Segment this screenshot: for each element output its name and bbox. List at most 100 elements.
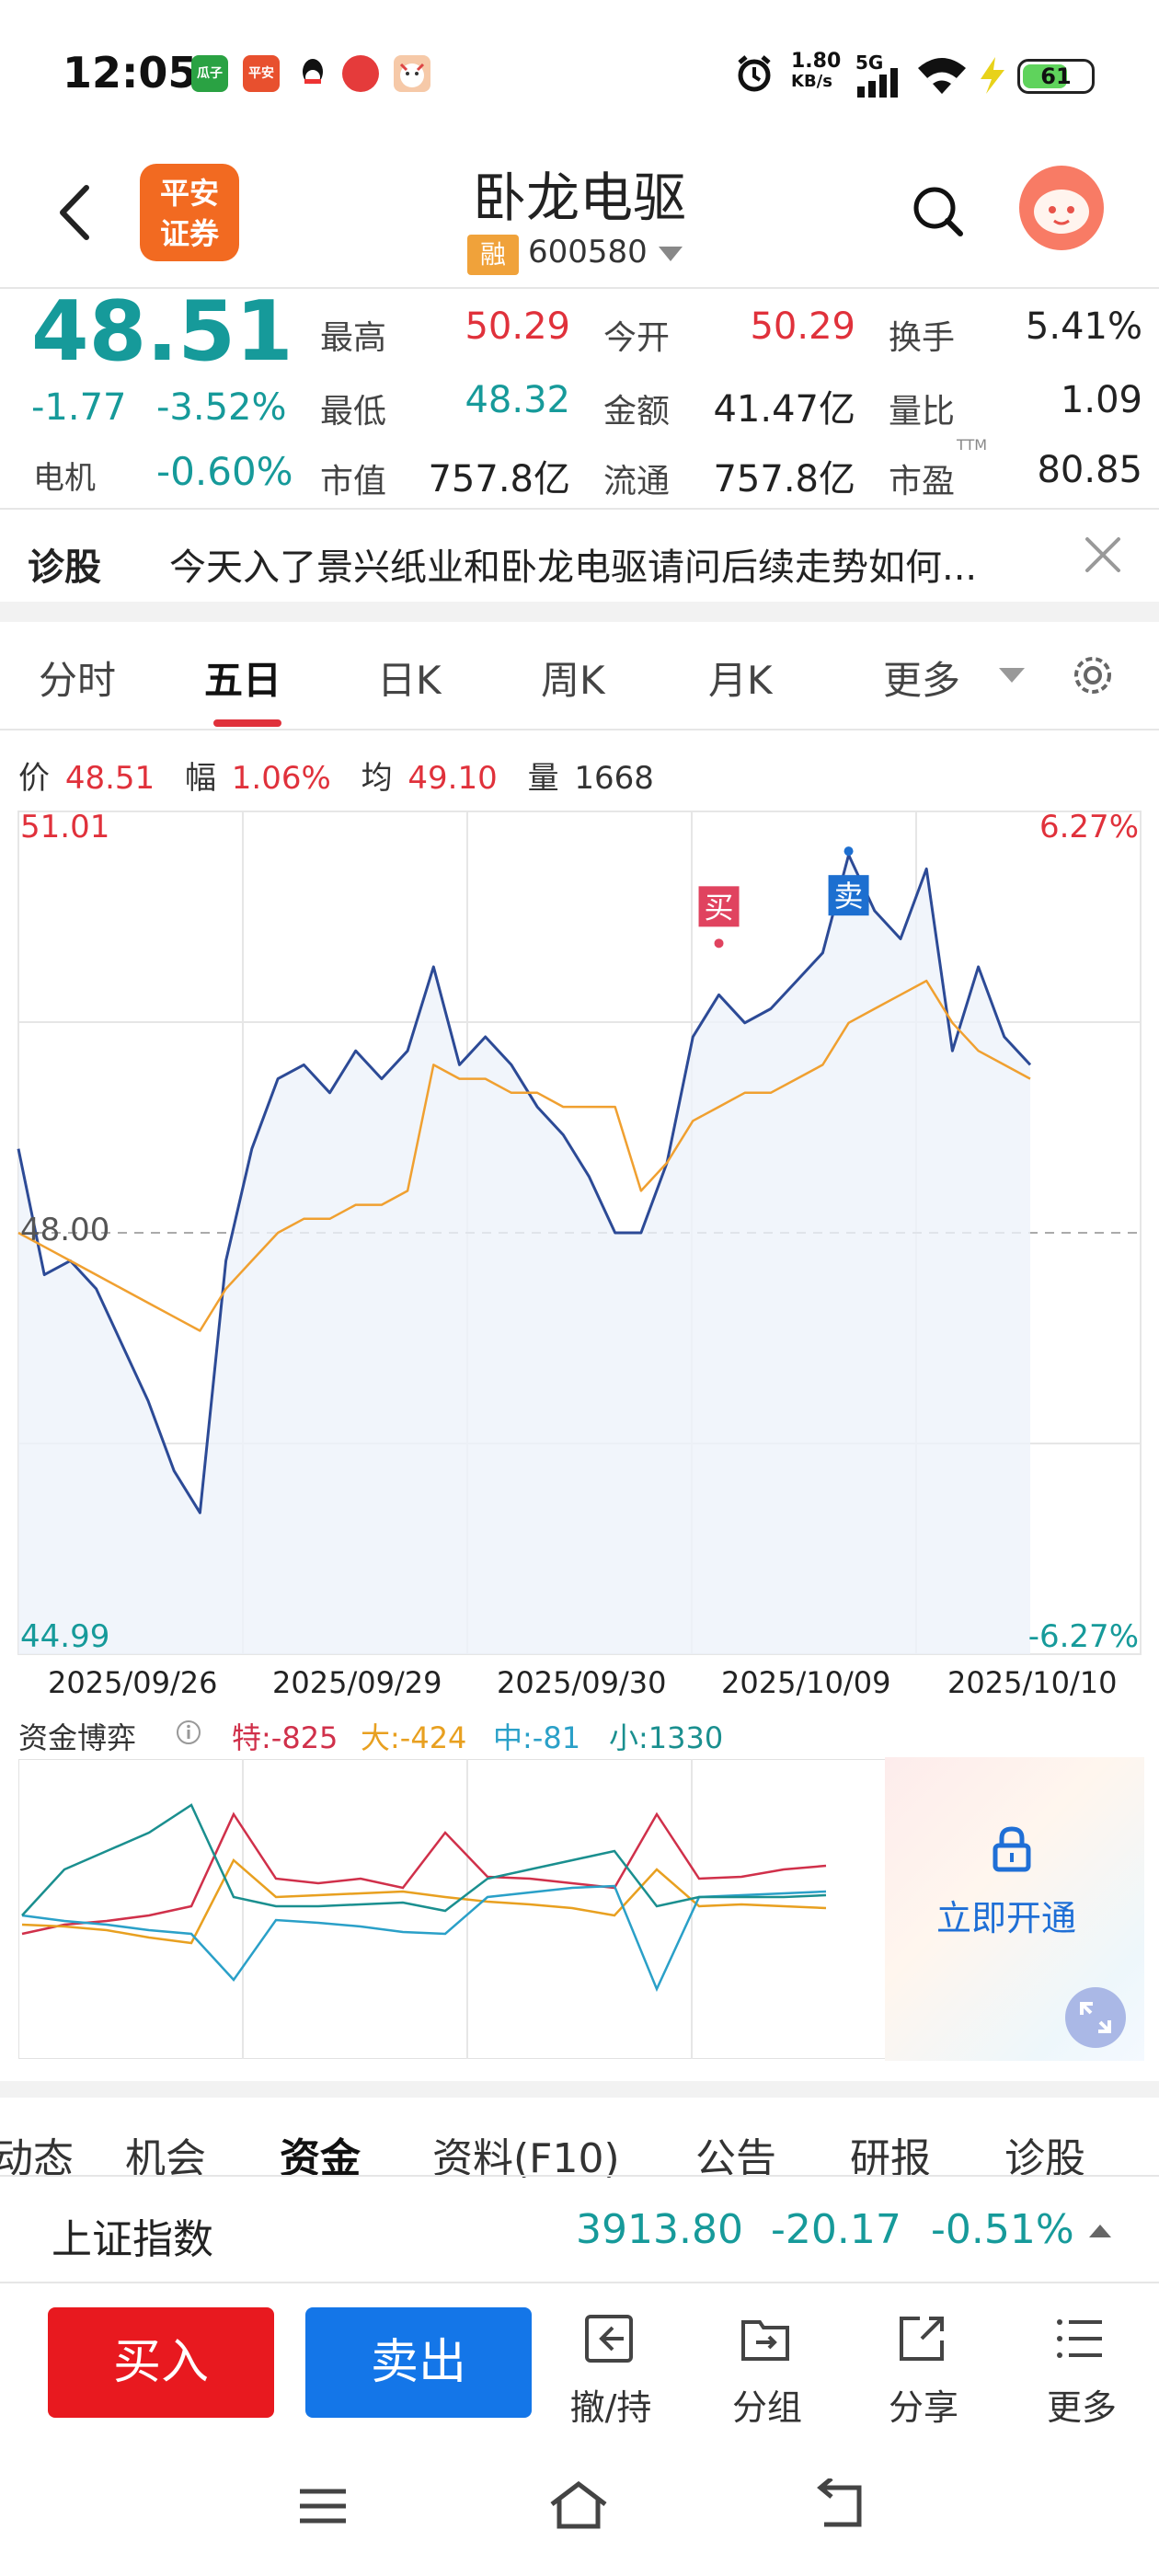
price-change: -1.77 — [31, 386, 127, 429]
diagnosis-label: 诊股 — [28, 546, 101, 589]
back-nav-icon[interactable] — [806, 2477, 870, 2534]
date-label: 2025/09/29 — [272, 1665, 442, 1700]
market-cap-label: 市值 — [320, 463, 387, 500]
tab-five-day[interactable]: 五日 — [204, 650, 281, 706]
large-flow: 大:-424 — [361, 1720, 467, 1755]
share-icon[interactable] — [894, 2311, 949, 2366]
y-bottom-label: 44.99 — [20, 1618, 109, 1655]
status-time: 12:05 — [63, 48, 198, 98]
sell-button[interactable]: 卖出 — [305, 2307, 532, 2418]
float-cap-value: 757.8亿 — [713, 458, 855, 500]
sector-name[interactable]: 电机 — [33, 453, 96, 498]
group-label[interactable]: 分组 — [703, 2379, 832, 2430]
diagnosis-text[interactable]: 今天入了景兴纸业和卧龙电驱请问后续走势如何... — [169, 537, 1071, 591]
close-icon[interactable] — [1082, 534, 1124, 576]
medium-flow: 中:-81 — [493, 1720, 581, 1755]
share-label[interactable]: 分享 — [859, 2379, 988, 2430]
lock-icon[interactable] — [990, 1825, 1034, 1873]
social-app-icon — [342, 55, 379, 92]
open-label: 今开 — [603, 319, 671, 357]
pe-label: 市盈 — [889, 463, 956, 500]
assistant-avatar[interactable] — [1019, 166, 1104, 250]
guazi-app-icon: 瓜子 — [191, 55, 228, 92]
turnover-label: 换手 — [889, 319, 956, 357]
search-icon[interactable] — [909, 182, 968, 241]
volume-label: 量 — [527, 760, 559, 797]
volume-value: 1668 — [574, 760, 654, 797]
chevron-down-icon[interactable] — [999, 668, 1025, 683]
super-large-flow: 特:-825 — [232, 1720, 339, 1755]
divider — [0, 729, 1159, 730]
index-change-pct: -0.51% — [931, 2206, 1074, 2253]
marker-dot — [714, 938, 724, 949]
low-label: 最低 — [320, 393, 387, 431]
home-icon[interactable] — [546, 2478, 611, 2534]
buy-marker-label: 买 — [705, 890, 734, 925]
y-ref-label: 48.00 — [20, 1212, 109, 1248]
cancel-hold-icon[interactable] — [581, 2311, 637, 2366]
alarm-icon — [732, 52, 776, 96]
range-value: 1.06% — [231, 760, 331, 797]
price-change-pct: -3.52% — [156, 386, 287, 429]
capital-flow-chart — [18, 1759, 887, 2059]
status-bar: 12:05 瓜子 平安 1.80 KB/s 5G 61 — [0, 0, 1159, 147]
pe-value: 80.85 — [1037, 449, 1142, 491]
stock-code[interactable]: 600580 — [528, 234, 648, 270]
battery-icon: 61 — [1017, 59, 1095, 94]
small-flow: 小:1330 — [609, 1720, 724, 1755]
section-gap — [0, 602, 1159, 622]
date-label: 2025/10/09 — [721, 1665, 891, 1700]
gear-icon[interactable] — [1067, 650, 1119, 701]
high-label: 最高 — [320, 319, 387, 357]
range-label: 幅 — [184, 760, 216, 797]
tab-weekly-k[interactable]: 周K — [541, 650, 605, 706]
wifi-icon — [916, 53, 968, 96]
turnover-value: 5.41% — [1025, 305, 1142, 348]
margin-badge: 融 — [467, 235, 519, 275]
float-cap-label: 流通 — [603, 463, 671, 500]
capital-flow-title: 资金博弈 — [18, 1720, 137, 1755]
info-icon[interactable] — [175, 1719, 202, 1746]
stock-name: 卧龙电驱 — [472, 167, 686, 229]
menu-icon[interactable] — [291, 2478, 355, 2534]
chart-info-row: 价 48.51 幅 1.06% 均 49.10 量 1668 — [18, 753, 660, 798]
high-value: 50.29 — [465, 305, 570, 348]
tab-monthly-k[interactable]: 月K — [708, 650, 773, 706]
qq-app-icon — [294, 55, 331, 92]
more-menu-icon[interactable] — [1052, 2311, 1107, 2366]
volume-ratio-label: 量比 — [889, 393, 956, 431]
expand-icon[interactable] — [1065, 1987, 1126, 2048]
net-speed: 1.80 KB/s — [791, 50, 842, 92]
signal-icon — [855, 66, 907, 98]
tab-more[interactable]: 更多 — [883, 650, 960, 706]
date-label: 2025/09/26 — [48, 1665, 218, 1700]
section-gap — [0, 2081, 1159, 2098]
avg-value: 49.10 — [407, 760, 498, 797]
date-label: 2025/09/30 — [497, 1665, 667, 1700]
unlock-button[interactable]: 立即开通 — [936, 1890, 1076, 1940]
low-value: 48.32 — [465, 379, 570, 421]
five-day-price-chart[interactable]: 买 卖 51.01 44.99 48.00 6.27% -6.27% — [0, 800, 1159, 1665]
amount-value: 41.47亿 — [713, 388, 855, 431]
date-label: 2025/10/10 — [947, 1665, 1118, 1700]
sector-change: -0.60% — [156, 449, 293, 494]
marker-dot — [843, 846, 854, 857]
active-tab-indicator — [213, 719, 281, 727]
current-price: 48.51 — [31, 283, 293, 380]
price-value: 48.51 — [64, 760, 155, 797]
group-icon[interactable] — [738, 2311, 793, 2366]
game-app-icon — [394, 55, 430, 92]
buy-button[interactable]: 买入 — [48, 2307, 274, 2418]
more-label[interactable]: 更多 — [1017, 2379, 1146, 2430]
charging-icon — [975, 55, 1008, 96]
sell-marker-label: 卖 — [834, 879, 864, 914]
index-name[interactable]: 上证指数 — [52, 2206, 213, 2265]
chevron-down-icon[interactable] — [659, 247, 683, 261]
cancel-hold-label[interactable]: 撤/持 — [546, 2379, 675, 2430]
tab-daily-k[interactable]: 日K — [377, 650, 442, 706]
chevron-up-icon[interactable] — [1089, 2225, 1111, 2237]
pct-bottom-label: -6.27% — [1028, 1618, 1139, 1655]
tab-intraday[interactable]: 分时 — [39, 650, 116, 706]
amount-label: 金额 — [603, 393, 671, 431]
divider — [0, 2175, 1159, 2177]
